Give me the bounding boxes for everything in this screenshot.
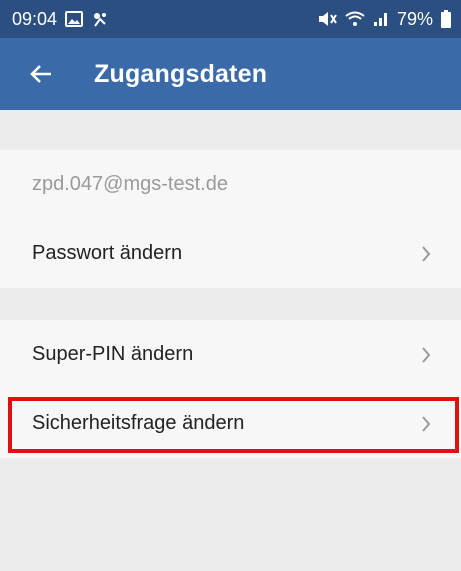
account-section: zpd.047@mgs-test.de Passwort ändern [0, 150, 461, 288]
status-bar-left: 09:04 [12, 9, 109, 30]
chevron-right-icon [419, 345, 433, 365]
change-super-pin-item[interactable]: Super-PIN ändern [0, 320, 461, 389]
email-address: zpd.047@mgs-test.de [32, 173, 228, 195]
notification-icon [91, 10, 109, 28]
status-bar: 09:04 79% [0, 0, 461, 38]
app-bar: Zugangsdaten [0, 38, 461, 110]
battery-icon [441, 10, 451, 28]
change-password-label: Passwort ändern [32, 242, 183, 264]
email-row: zpd.047@mgs-test.de [0, 150, 461, 219]
change-security-question-item[interactable]: Sicherheitsfrage ändern [0, 389, 461, 458]
signal-icon [373, 11, 389, 27]
arrow-left-icon [30, 65, 51, 83]
chevron-right-icon [419, 414, 433, 434]
status-bar-right: 79% [317, 9, 451, 30]
chevron-right-icon [419, 244, 433, 264]
image-icon [65, 11, 84, 27]
mute-icon [317, 10, 337, 28]
change-password-item[interactable]: Passwort ändern [0, 219, 461, 288]
status-time: 09:04 [12, 8, 58, 29]
page-title: Zugangsdaten [94, 59, 268, 88]
security-section: Super-PIN ändern Sicherheitsfrage ändern [0, 320, 461, 458]
wifi-icon [345, 11, 365, 27]
change-security-question-label: Sicherheitsfrage ändern [32, 412, 245, 434]
battery-percent: 79% [396, 8, 433, 29]
change-super-pin-label: Super-PIN ändern [32, 343, 194, 365]
back-button[interactable] [24, 57, 58, 91]
